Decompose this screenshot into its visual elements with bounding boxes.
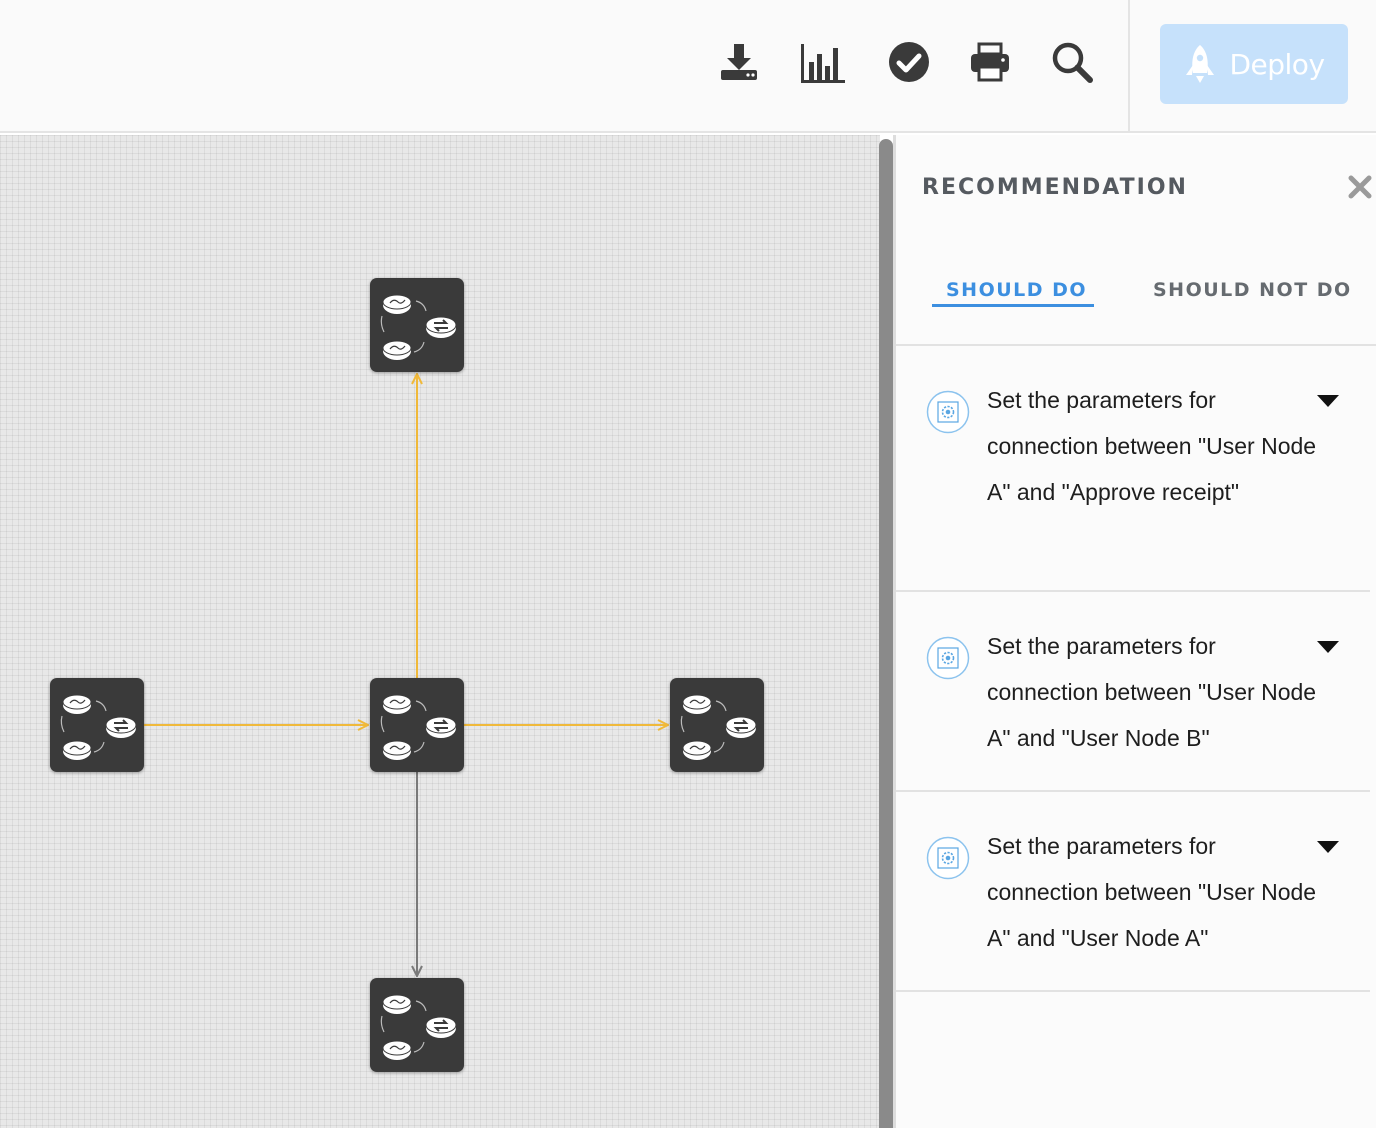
check-circle-icon[interactable]: [885, 38, 933, 86]
tab-should-not-do[interactable]: SHOULD NOT DO: [1153, 279, 1352, 301]
node-bottom[interactable]: [370, 978, 464, 1072]
flow-nodes-icon: [680, 694, 757, 761]
active-tab-indicator: [932, 304, 1094, 307]
flow-nodes-icon: [380, 294, 457, 361]
recommendation-item[interactable]: Set the parameters for connection betwee…: [896, 592, 1370, 792]
toolbar-divider: [1128, 0, 1130, 133]
canvas-scrollbar[interactable]: [879, 139, 893, 1128]
settings-gear-icon: [926, 836, 970, 880]
node-center[interactable]: [370, 678, 464, 772]
download-icon[interactable]: [715, 38, 763, 86]
node-top[interactable]: [370, 278, 464, 372]
bar-chart-icon[interactable]: [799, 38, 847, 86]
rocket-icon: [1186, 45, 1215, 83]
search-icon[interactable]: [1048, 38, 1096, 86]
chevron-down-icon[interactable]: [1316, 640, 1340, 654]
flow-canvas[interactable]: [0, 135, 880, 1128]
chevron-down-icon[interactable]: [1316, 394, 1340, 408]
tab-should-do[interactable]: SHOULD DO: [946, 279, 1087, 301]
settings-gear-icon: [926, 390, 970, 434]
recommendation-panel: RECOMMENDATION SHOULD DO SHOULD NOT DO S…: [896, 135, 1376, 1128]
node-left[interactable]: [50, 678, 144, 772]
flow-nodes-icon: [60, 694, 138, 761]
panel-title: RECOMMENDATION: [922, 175, 1188, 200]
deploy-label: Deploy: [1229, 47, 1325, 81]
recommendation-text: Set the parameters for connection betwee…: [987, 387, 1317, 505]
top-toolbar: Deploy: [0, 0, 1376, 133]
close-icon[interactable]: [1346, 173, 1374, 201]
deploy-button[interactable]: Deploy: [1160, 24, 1348, 104]
recommendation-item[interactable]: Set the parameters for connection betwee…: [896, 346, 1370, 592]
chevron-down-icon[interactable]: [1316, 840, 1340, 854]
flow-nodes-icon: [380, 694, 457, 761]
node-right[interactable]: [670, 678, 764, 772]
print-icon[interactable]: [966, 38, 1014, 86]
flow-nodes-icon: [380, 994, 457, 1061]
recommendation-text: Set the parameters for connection betwee…: [987, 633, 1317, 751]
settings-gear-icon: [926, 636, 970, 680]
recommendation-text: Set the parameters for connection betwee…: [987, 833, 1317, 951]
recommendation-item[interactable]: Set the parameters for connection betwee…: [896, 792, 1370, 992]
